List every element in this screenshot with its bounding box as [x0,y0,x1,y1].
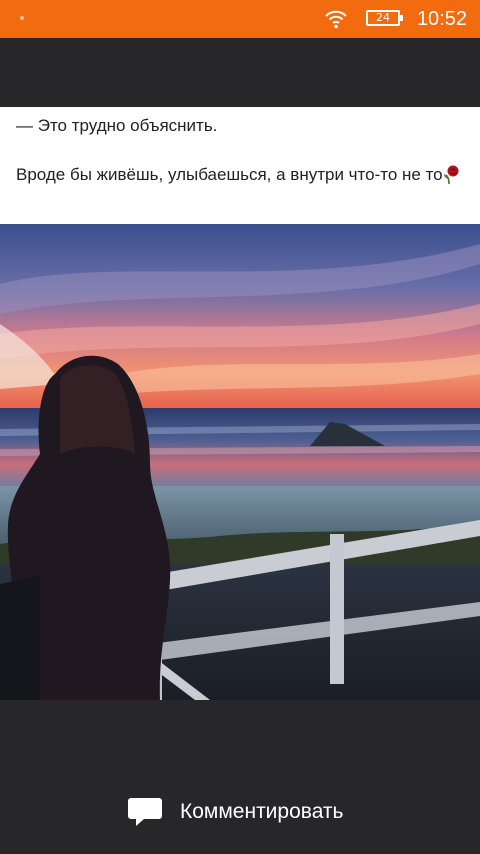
bottom-bar [0,700,480,854]
post-photo-image [0,224,480,700]
wifi-icon [325,10,347,29]
top-bar [0,38,480,107]
post-photo[interactable] [0,224,480,700]
post-text-line-2: Вроде бы живёшь, улыбаешься, а внутри чт… [16,164,468,186]
battery-level: 24 [376,11,390,24]
notification-dot [20,16,24,20]
status-bar: 24 10:52 [0,0,480,38]
comment-button[interactable]: Комментировать [128,795,368,829]
wilted-rose-icon [443,165,459,184]
comment-label: Комментировать [180,800,344,823]
post-text-line-2-content: Вроде бы живёшь, улыбаешься, а внутри чт… [16,165,443,184]
post-text-line-1: — Это трудно объяснить. [16,116,218,135]
clock: 10:52 [416,8,467,30]
battery-icon: 24 [366,10,403,26]
post-text-card: — Это трудно объяснить. Вроде бы живёшь,… [0,107,480,224]
speech-bubble-icon [128,798,162,826]
